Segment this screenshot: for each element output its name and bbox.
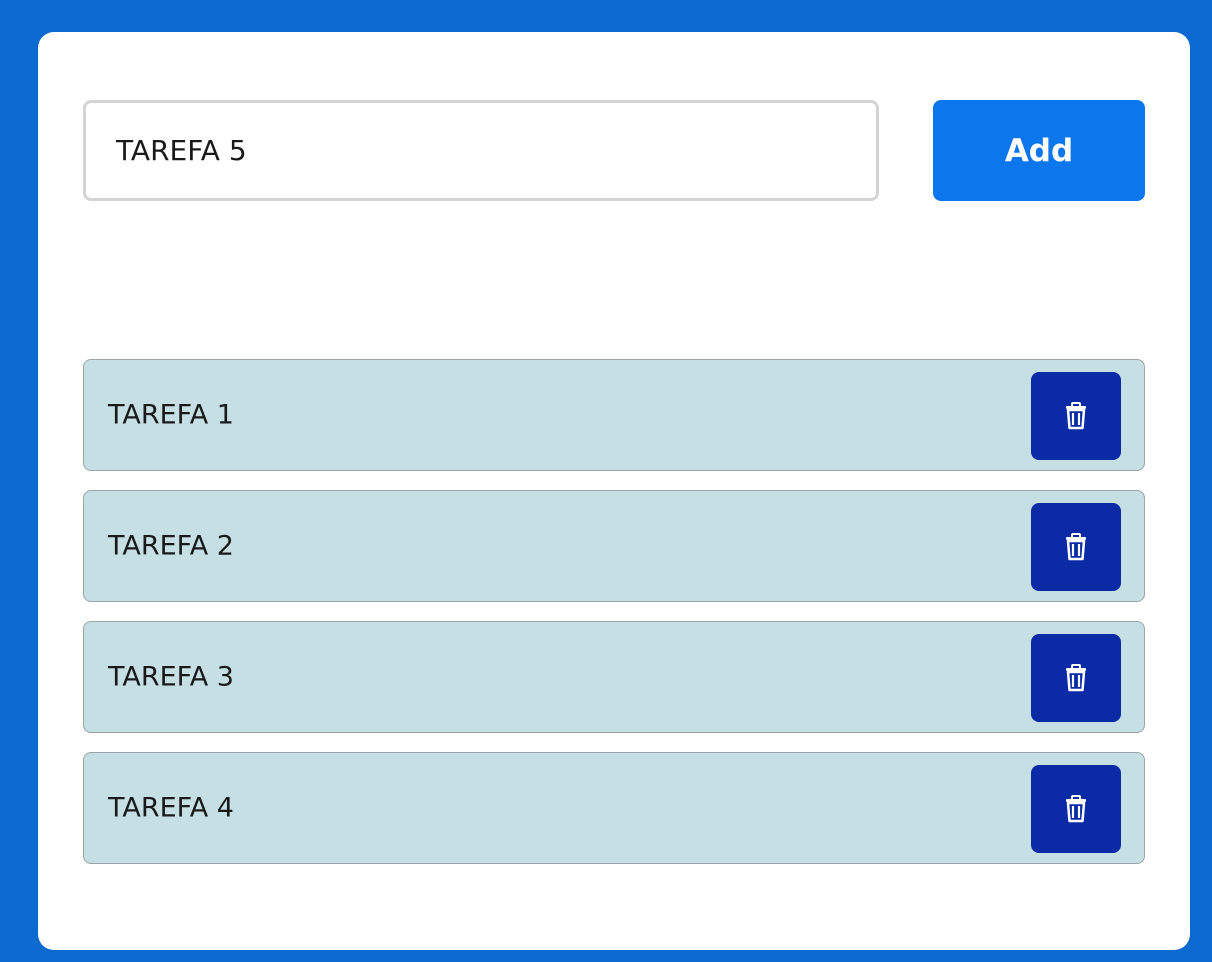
task-item: TAREFA 2 bbox=[83, 490, 1145, 602]
todo-card: Add TAREFA 1 TAREFA 2 bbox=[38, 32, 1190, 950]
task-input[interactable] bbox=[83, 100, 879, 201]
task-item: TAREFA 1 bbox=[83, 359, 1145, 471]
trash-icon bbox=[1064, 795, 1088, 823]
trash-icon bbox=[1064, 664, 1088, 692]
task-item: TAREFA 4 bbox=[83, 752, 1145, 864]
add-button[interactable]: Add bbox=[933, 100, 1145, 201]
delete-button[interactable] bbox=[1031, 634, 1121, 722]
delete-button[interactable] bbox=[1031, 503, 1121, 591]
delete-button[interactable] bbox=[1031, 372, 1121, 460]
task-label: TAREFA 3 bbox=[108, 661, 234, 693]
task-label: TAREFA 1 bbox=[108, 399, 234, 431]
task-label: TAREFA 2 bbox=[108, 530, 234, 562]
trash-icon bbox=[1064, 533, 1088, 561]
task-list: TAREFA 1 TAREFA 2 TAREFA 3 TAREFA 4 bbox=[83, 359, 1145, 883]
task-item: TAREFA 3 bbox=[83, 621, 1145, 733]
trash-icon bbox=[1064, 402, 1088, 430]
delete-button[interactable] bbox=[1031, 765, 1121, 853]
task-label: TAREFA 4 bbox=[108, 792, 234, 824]
